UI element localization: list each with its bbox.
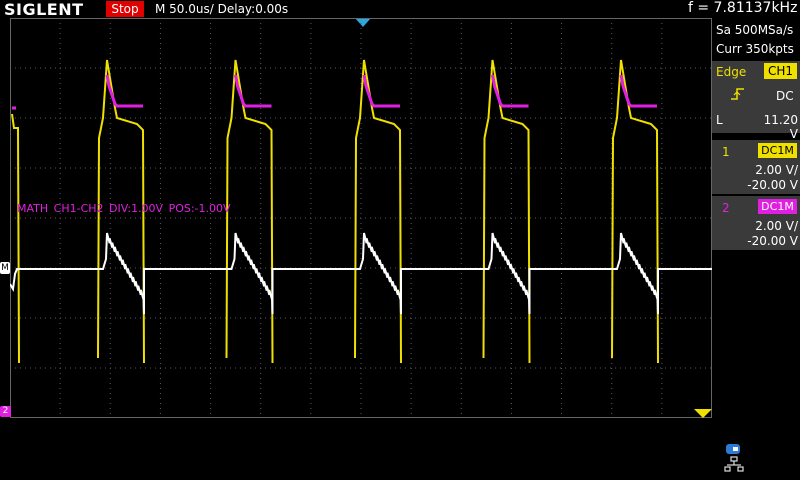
trigger-coupling: DC xyxy=(776,89,794,103)
ch2-offset-marker[interactable]: 2 xyxy=(0,406,11,417)
ch1-offset: -20.00 V xyxy=(747,178,798,192)
waveform-display[interactable] xyxy=(10,18,712,418)
memory-depth: Curr 350kpts xyxy=(716,42,794,56)
ch2-number: 2 xyxy=(722,201,730,215)
brand-logo: SIGLENT xyxy=(4,0,84,19)
usb-lan-status-icon xyxy=(724,444,744,472)
ch1-coupling: DC1M xyxy=(758,143,797,158)
ch1-pulse xyxy=(11,113,20,364)
ch2-coupling: DC1M xyxy=(758,199,797,214)
run-stop-status[interactable]: Stop xyxy=(106,1,144,17)
math-function-label: MATH CH1-CH2 DIV:1.00V POS:-1.00V xyxy=(17,202,231,215)
rising-edge-icon xyxy=(731,88,744,100)
ch2-offset: -20.00 V xyxy=(747,234,798,248)
trigger-level-marker[interactable] xyxy=(694,409,712,418)
timebase-readout[interactable]: M 50.0us/ Delay:0.00s xyxy=(155,2,288,16)
delay-value: Delay:0.00s xyxy=(217,2,289,16)
ch1-scale: 2.00 V/ xyxy=(755,163,798,177)
trigger-source: CH1 xyxy=(764,63,797,79)
sample-rate: Sa 500MSa/s xyxy=(716,23,794,37)
lan-icon xyxy=(724,456,744,472)
math-position-marker[interactable]: M xyxy=(0,262,10,274)
timebase-value: M 50.0us/ xyxy=(155,2,214,16)
trigger-mode: Edge xyxy=(716,65,747,79)
ch1-number: 1 xyxy=(722,145,730,159)
frequency-counter: f = 7.81137kHz xyxy=(688,0,798,16)
trigger-level-value: 11.20 V xyxy=(763,113,798,141)
trigger-level-label: L xyxy=(716,113,723,127)
top-status-bar: SIGLENT Stop M 50.0us/ Delay:0.00s f = 7… xyxy=(0,0,800,19)
ch2-scale: 2.00 V/ xyxy=(755,219,798,233)
ch2-waveform xyxy=(12,74,657,110)
graticule xyxy=(10,18,712,418)
